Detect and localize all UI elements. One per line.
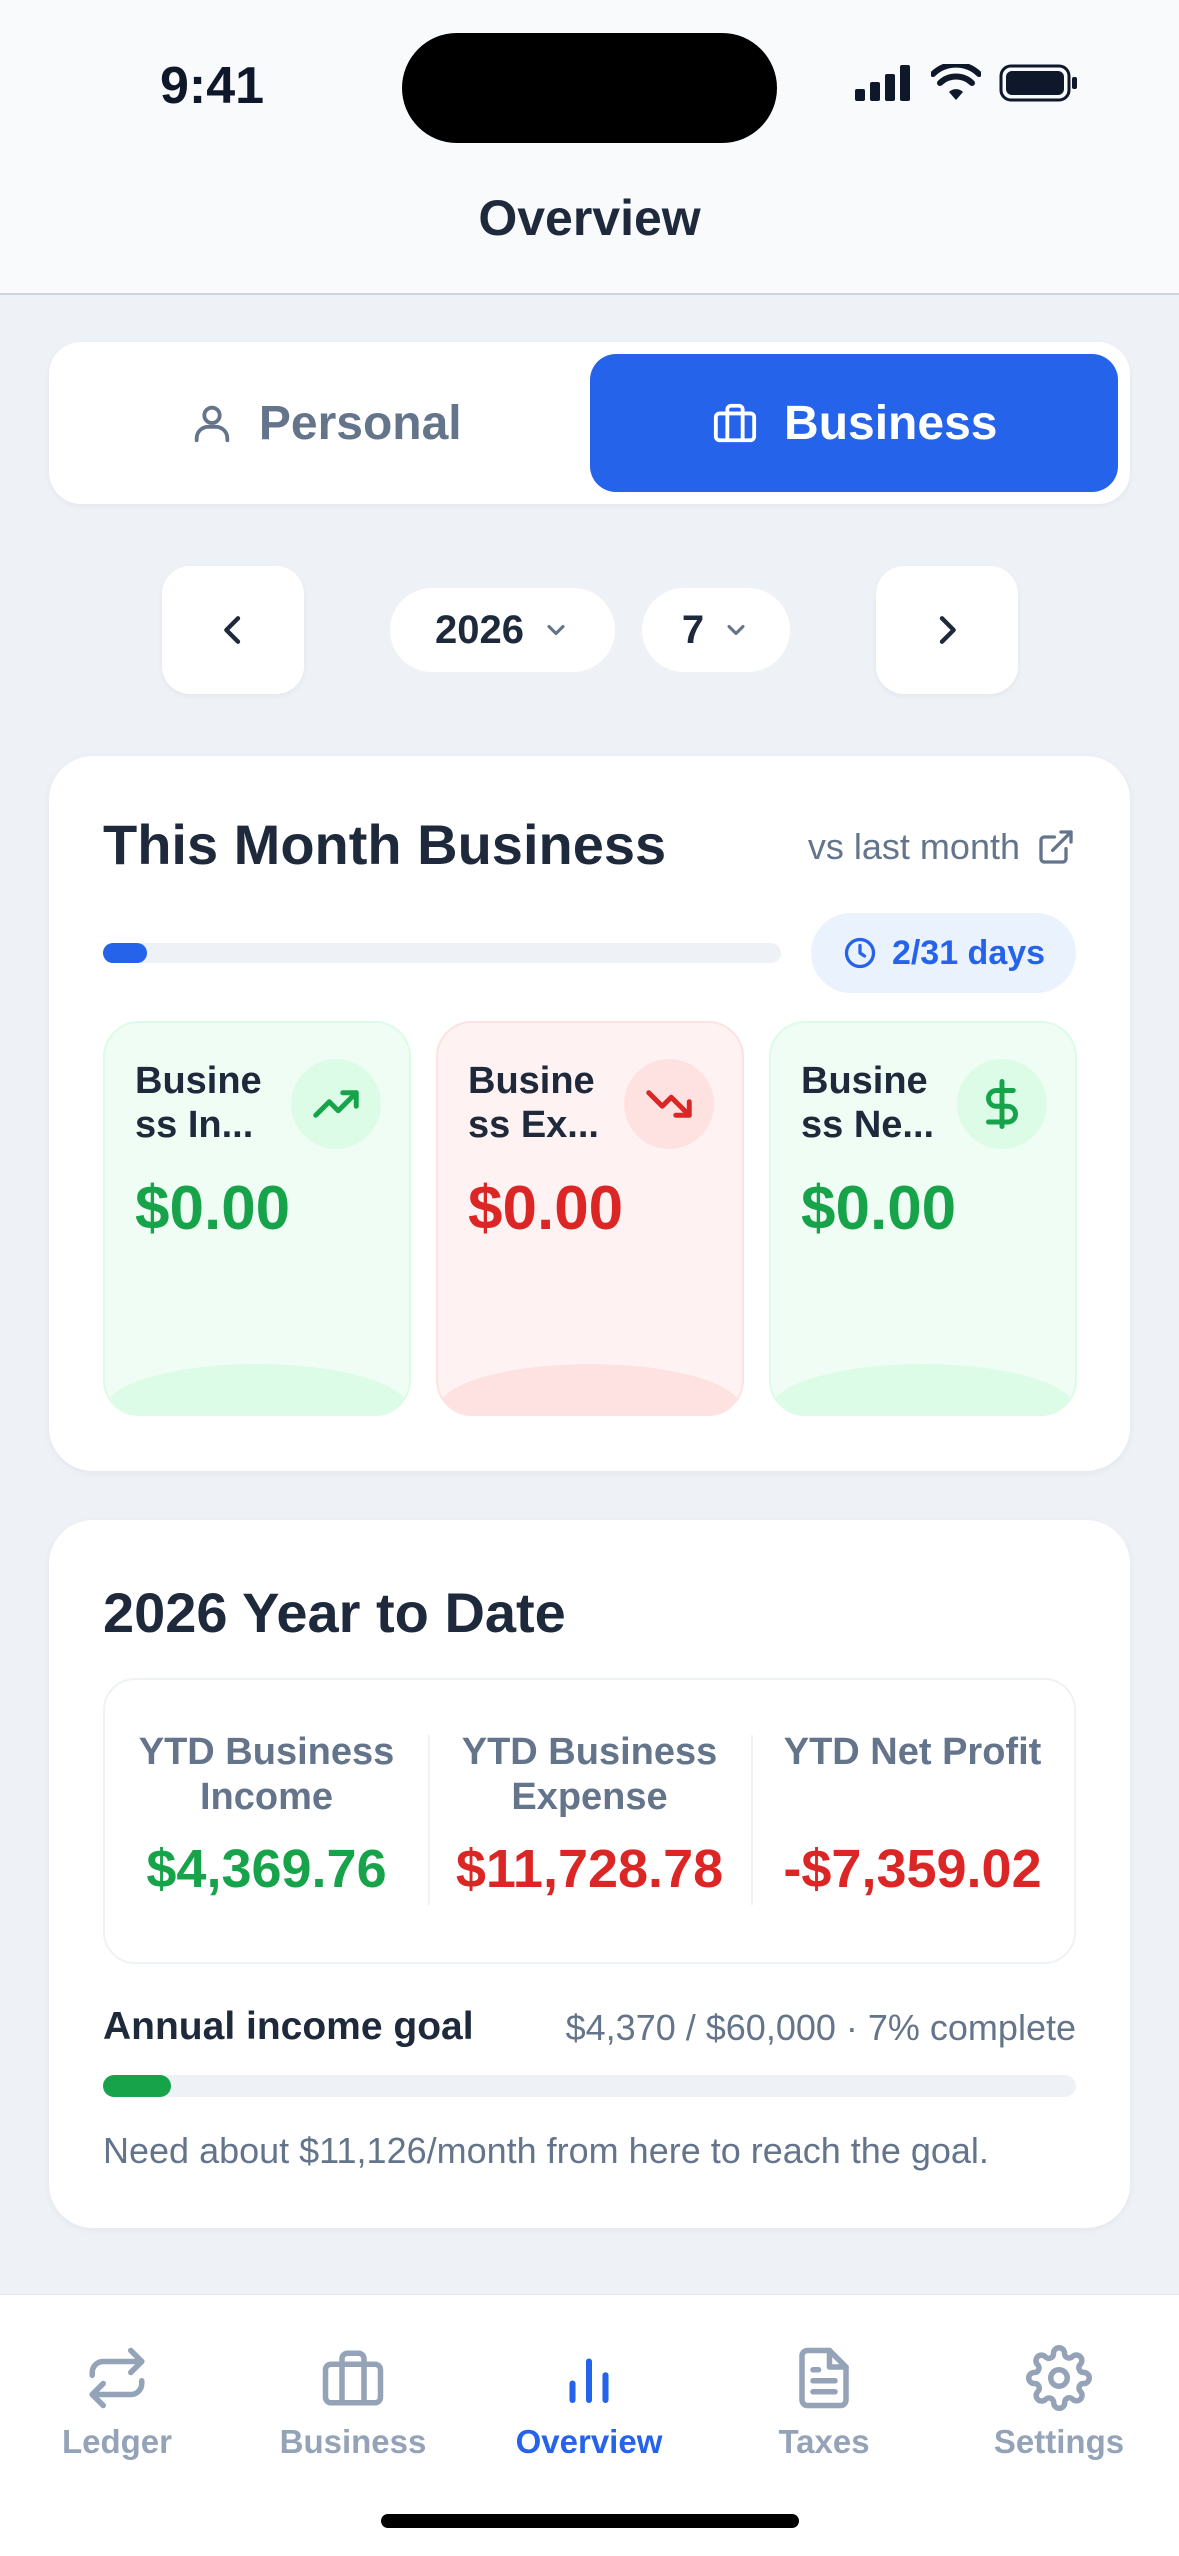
dollar-icon <box>957 1059 1047 1149</box>
mode-segmented-control: Personal Business <box>49 342 1130 504</box>
days-badge: 2/31 days <box>811 913 1076 993</box>
vs-last-month-link[interactable]: vs last month <box>808 826 1076 868</box>
clock-icon <box>844 937 876 969</box>
metric-value: $0.00 <box>468 1174 624 1243</box>
trending-up-icon <box>291 1059 381 1149</box>
tab-overview[interactable]: Overview <box>489 2345 689 2461</box>
metric-value: $0.00 <box>135 1174 291 1243</box>
ytd-income: YTD Business Income $4,369.76 <box>105 1680 428 1962</box>
segment-personal-label: Personal <box>258 396 462 450</box>
goal-hint: Need about $11,126/month from here to re… <box>103 2130 989 2171</box>
trending-down-icon <box>624 1059 714 1149</box>
bar-chart-icon <box>569 2358 609 2404</box>
segment-business[interactable]: Business <box>589 354 1118 492</box>
ytd-income-label: YTD Business Income <box>138 1731 395 1818</box>
tab-taxes-label: Taxes <box>778 2423 870 2460</box>
status-time: 9:41 <box>160 57 265 115</box>
ytd-net-label: YTD Net Profit <box>783 1731 1042 1773</box>
ytd-net-value: -$7,359.02 <box>783 1839 1042 1899</box>
month-days-progress-fill <box>103 943 148 963</box>
person-icon <box>194 405 230 443</box>
tab-business[interactable]: Business <box>253 2345 453 2461</box>
metric-business-income[interactable]: Busine ss In... $0.00 <box>103 1021 411 1416</box>
ytd-card: 2026 Year to Date YTD Business Income $4… <box>49 1520 1130 2228</box>
page-title: Overview <box>478 189 701 246</box>
metric-decoration <box>105 1364 409 1414</box>
goal-progress <box>103 2075 1076 2097</box>
year-select[interactable]: 2026 <box>390 588 615 672</box>
metric-value: $0.00 <box>801 1174 957 1243</box>
next-month-button[interactable] <box>876 566 1018 694</box>
tab-taxes[interactable]: Taxes <box>724 2345 924 2461</box>
briefcase-icon <box>322 2350 384 2406</box>
chevron-down-icon <box>547 624 565 636</box>
month-days-progress <box>103 943 781 963</box>
ytd-expense-value: $11,728.78 <box>455 1839 724 1899</box>
goal-title: Annual income goal <box>103 2005 474 2048</box>
ytd-income-value: $4,369.76 <box>146 1839 387 1899</box>
vs-last-month-label: vs last month <box>807 826 1020 867</box>
tab-settings[interactable]: Settings <box>959 2345 1159 2461</box>
goal-progress-fill <box>103 2075 172 2097</box>
goal-stats: $4,370 / $60,000 · 7% complete <box>565 2007 1076 2048</box>
briefcase-icon <box>713 403 757 443</box>
segment-personal[interactable]: Personal <box>61 354 590 492</box>
ytd-summary: YTD Business Income $4,369.76 YTD Busine… <box>103 1678 1076 1964</box>
segment-business-label: Business <box>784 396 998 450</box>
previous-month-button[interactable] <box>162 566 304 694</box>
battery-icon <box>999 64 1077 102</box>
dynamic-island <box>402 33 777 143</box>
metric-decoration <box>438 1364 742 1414</box>
tab-ledger[interactable]: Ledger <box>17 2345 217 2461</box>
gear-icon <box>1026 2345 1092 2411</box>
tab-overview-label: Overview <box>515 2423 663 2460</box>
document-icon <box>799 2347 849 2409</box>
external-link-icon <box>1039 830 1073 864</box>
tab-business-label: Business <box>279 2423 427 2460</box>
swap-icon <box>89 2347 145 2409</box>
chevron-left-icon <box>224 616 241 644</box>
month-value: 7 <box>681 607 705 652</box>
year-value: 2026 <box>435 607 524 652</box>
status-bar: 9:41 <box>0 0 1179 150</box>
wifi-icon <box>931 64 981 100</box>
metric-label: Busine ss In... <box>135 1060 262 1146</box>
chevron-down-icon <box>727 624 745 636</box>
home-indicator <box>381 2514 799 2528</box>
month-select[interactable]: 7 <box>642 588 790 672</box>
chevron-right-icon <box>939 616 956 644</box>
ytd-expense-label: YTD Business Expense <box>461 1731 718 1818</box>
metric-decoration <box>771 1364 1075 1414</box>
metric-business-expense[interactable]: Busine ss Ex... $0.00 <box>436 1021 744 1416</box>
month-card-title: This Month Business <box>103 813 667 876</box>
metric-label: Busine ss Ex... <box>468 1060 599 1146</box>
days-badge-label: 2/31 days <box>891 933 1046 972</box>
ytd-expense: YTD Business Expense $11,728.78 <box>428 1680 751 1962</box>
nav-header: Overview <box>0 150 1179 295</box>
signal-icon <box>855 65 910 101</box>
status-icons <box>855 64 1079 102</box>
ytd-net: YTD Net Profit -$7,359.02 <box>751 1680 1074 1962</box>
metric-business-net[interactable]: Busine ss Ne... $0.00 <box>769 1021 1077 1416</box>
metric-label: Busine ss Ne... <box>801 1060 935 1146</box>
tab-ledger-label: Ledger <box>61 2423 173 2460</box>
tab-settings-label: Settings <box>993 2423 1125 2460</box>
month-summary-card: This Month Business vs last month 2/31 d… <box>49 756 1130 1471</box>
ytd-card-title: 2026 Year to Date <box>103 1581 566 1644</box>
